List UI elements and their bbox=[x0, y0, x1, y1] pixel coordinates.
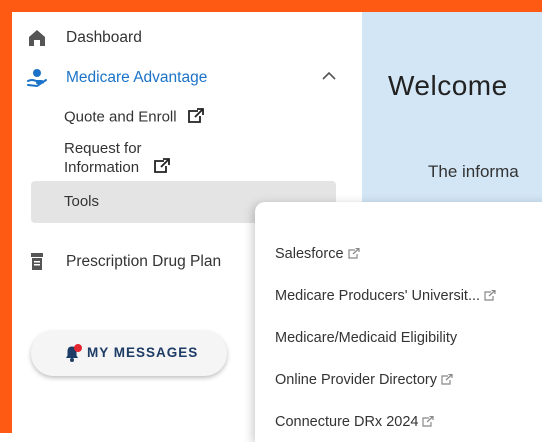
sidebar-subitem-label: Tools bbox=[64, 193, 100, 210]
sidebar-item-dashboard[interactable]: Dashboard bbox=[12, 26, 362, 50]
dropdown-item-online-provider-directory[interactable]: Online Provider Directory bbox=[275, 372, 453, 389]
external-link-icon bbox=[153, 158, 171, 178]
dropdown-item-medicare-medicaid-eligibility[interactable]: Medicare/Medicaid Eligibility bbox=[275, 330, 457, 346]
tools-dropdown-menu: Salesforce Medicare Producers' Universit… bbox=[255, 202, 542, 442]
external-link-icon bbox=[484, 289, 496, 305]
sidebar-item-label: Dashboard bbox=[66, 29, 142, 46]
external-link-icon bbox=[441, 373, 453, 389]
my-messages-label: MY MESSAGES bbox=[87, 345, 199, 360]
sidebar-subitem-label-line2: Information bbox=[64, 159, 140, 176]
dropdown-item-salesforce[interactable]: Salesforce bbox=[275, 246, 360, 263]
hand-care-icon bbox=[26, 67, 48, 89]
welcome-heading: Welcome bbox=[388, 70, 508, 101]
sidebar-subitem-quote-and-enroll[interactable]: Quote and Enroll bbox=[64, 108, 204, 127]
bell-notification-icon bbox=[63, 343, 83, 368]
sidebar-subitem-request-for-information[interactable]: Request for Information bbox=[64, 139, 171, 178]
info-text: The informa bbox=[428, 162, 519, 181]
chevron-up-icon[interactable] bbox=[322, 68, 336, 86]
external-link-icon bbox=[187, 108, 204, 127]
sidebar-subitem-label-line1: Request for bbox=[64, 140, 142, 157]
pill-bottle-icon bbox=[26, 251, 48, 273]
home-icon bbox=[26, 27, 48, 49]
external-link-icon bbox=[422, 415, 435, 431]
my-messages-button[interactable]: MY MESSAGES bbox=[31, 331, 227, 376]
sidebar-item-label: Prescription Drug Plan bbox=[66, 253, 222, 270]
dropdown-item-connecture-drx-2024[interactable]: Connecture DRx 2024 bbox=[275, 414, 435, 431]
external-link-icon bbox=[347, 247, 360, 263]
sidebar-item-label: Medicare Advantage bbox=[66, 69, 208, 86]
dropdown-item-medicare-producers-university[interactable]: Medicare Producers' Universit... bbox=[275, 288, 496, 305]
sidebar-item-medicare-advantage[interactable]: Medicare Advantage bbox=[12, 66, 362, 90]
sidebar-subitem-label: Quote and Enroll bbox=[64, 108, 177, 126]
